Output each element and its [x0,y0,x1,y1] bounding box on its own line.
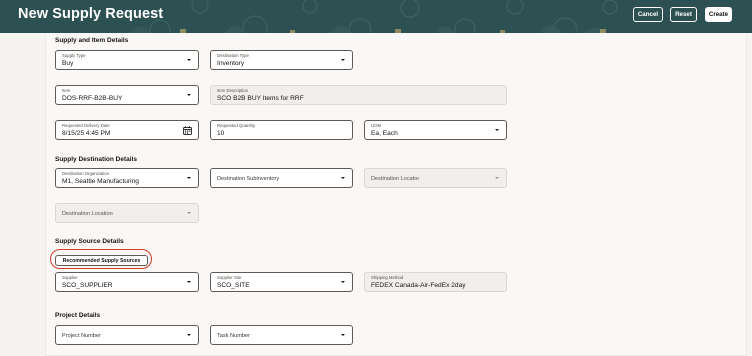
item-select[interactable]: Item DOS-RRF-B2B-BUY [55,85,199,105]
section-title-supply-item: Supply and Item Details [55,37,129,44]
chevron-down-icon[interactable] [341,59,345,61]
chevron-down-icon[interactable] [187,59,191,61]
create-button[interactable]: Create [705,7,732,22]
field-label: Destination Organization [62,171,110,176]
field-label: Supplier Site [217,275,242,280]
section-title-destination: Supply Destination Details [55,156,137,163]
supplier-site-select[interactable]: Supplier Site SCO_SITE [210,272,353,292]
destination-organization-select[interactable]: Destination Organization M1, Seattle Man… [55,168,199,188]
cancel-button[interactable]: Cancel [633,7,663,22]
page-header: New Supply Request Cancel Reset Create [0,0,752,33]
field-placeholder: Task Number [217,332,250,339]
chevron-down-icon[interactable] [341,177,345,179]
requested-quantity-field[interactable]: Requested Quantity 10 [210,120,353,140]
field-value: SCO_SITE [217,281,250,289]
chevron-down-icon[interactable] [187,177,191,179]
section-title-project: Project Details [55,312,101,319]
chevron-down-icon[interactable] [187,334,191,336]
field-label: Item Description [217,88,249,93]
field-value: Inventory [217,59,245,67]
page-title: New Supply Request [18,6,164,22]
chevron-down-icon[interactable] [495,129,499,131]
destination-locator-select: Destination Locator [364,168,507,188]
field-value: SCO_SUPPLIER [62,281,113,289]
section-title-source: Supply Source Details [55,238,124,245]
requested-delivery-date-field[interactable]: Requested Delivery Date 8/15/25 4:45 PM [55,120,199,140]
destination-subinventory-select[interactable]: Destination Subinventory [210,168,353,188]
chevron-down-icon[interactable] [187,94,191,96]
calendar-icon[interactable] [183,126,192,135]
field-value: FEDEX Canada-Air-FedEx 2day [371,281,466,289]
field-label: Supplier [62,275,78,280]
shipping-method-field: Shipping Method FEDEX Canada-Air-FedEx 2… [364,272,507,292]
field-value: 10 [217,129,225,137]
field-placeholder: Project Number [62,332,101,339]
item-description-field: Item Description SCO B2B BUY Items for R… [210,85,507,105]
field-label: Requested Delivery Date [62,123,110,128]
field-placeholder: Destination Subinventory [217,175,280,182]
field-label: Destination Type [217,53,249,58]
form-content [45,33,747,356]
field-value: Buy [62,59,74,67]
field-label: Requested Quantity [217,123,255,128]
field-value: 8/15/25 4:45 PM [62,129,111,137]
destination-location-select: Destination Location [55,203,199,223]
reset-button[interactable]: Reset [670,7,697,22]
supply-type-select[interactable]: Supply Type Buy [55,50,199,70]
task-number-select[interactable]: Task Number [210,325,353,345]
field-placeholder: Destination Location [62,210,113,217]
highlight-circle [50,249,152,269]
chevron-down-icon [495,177,499,179]
field-label: Supply Type [62,53,86,58]
chevron-down-icon[interactable] [187,281,191,283]
field-label: UOM [371,123,382,128]
field-value: DOS-RRF-B2B-BUY [62,94,123,102]
chevron-down-icon[interactable] [341,281,345,283]
project-number-select[interactable]: Project Number [55,325,199,345]
chevron-down-icon[interactable] [341,334,345,336]
field-value: SCO B2B BUY Items for RRF [217,94,304,102]
field-label: Shipping Method [371,275,404,280]
field-placeholder: Destination Locator [371,175,420,182]
supplier-select[interactable]: Supplier SCO_SUPPLIER [55,272,199,292]
uom-select[interactable]: UOM Ea, Each [364,120,507,140]
destination-type-select[interactable]: Destination Type Inventory [210,50,353,70]
field-value: M1, Seattle Manufacturing [62,177,139,185]
chevron-down-icon [187,212,191,214]
field-label: Item [62,88,71,93]
field-value: Ea, Each [371,129,398,137]
